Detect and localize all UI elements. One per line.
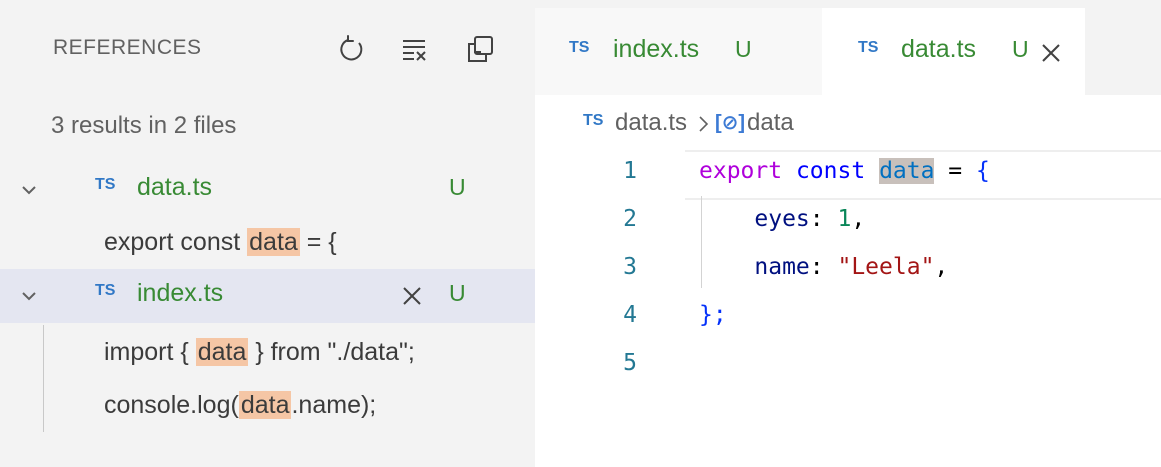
ts-file-icon: TS bbox=[95, 176, 116, 193]
match-highlight: data bbox=[195, 338, 249, 366]
match-prefix: import { bbox=[104, 338, 196, 366]
line-number: 3 bbox=[623, 254, 637, 280]
line-number: 4 bbox=[623, 302, 637, 328]
file-name: index.ts bbox=[137, 279, 224, 307]
punctuation: : bbox=[809, 206, 838, 232]
property: eyes bbox=[754, 206, 810, 232]
chevron-down-icon[interactable] bbox=[20, 287, 38, 305]
reference-match[interactable]: console.log(data.name); bbox=[104, 391, 376, 420]
code-editor[interactable]: 1 2 3 4 5 export const data = { eyes: 1,… bbox=[535, 148, 1161, 467]
number-literal: 1 bbox=[837, 206, 852, 232]
results-summary: 3 results in 2 files bbox=[51, 112, 237, 139]
collapse-all-icon[interactable] bbox=[462, 32, 498, 66]
tab-label: data.ts bbox=[901, 35, 977, 63]
file-row-data-ts[interactable]: TS data.ts U bbox=[0, 163, 535, 217]
vscode-window: REFERENCES 3 results in 2 files TS data.… bbox=[0, 0, 1161, 467]
ts-file-icon: TS bbox=[569, 39, 590, 56]
match-highlight: data bbox=[247, 228, 300, 256]
git-status-badge: U bbox=[449, 174, 466, 200]
tab-label: index.ts bbox=[613, 35, 700, 63]
reference-match[interactable]: export const data = { bbox=[104, 228, 337, 257]
tree-indent-guide bbox=[43, 325, 44, 432]
refresh-icon[interactable] bbox=[334, 32, 370, 66]
references-panel: REFERENCES 3 results in 2 files TS data.… bbox=[0, 0, 535, 467]
operator: = bbox=[934, 158, 976, 184]
match-prefix: console.log( bbox=[104, 391, 239, 419]
punctuation: , bbox=[851, 206, 866, 232]
ts-file-icon: TS bbox=[583, 112, 604, 129]
match-suffix: } from "./data"; bbox=[248, 338, 415, 366]
property: name bbox=[754, 254, 810, 280]
close-icon[interactable] bbox=[1040, 42, 1062, 64]
panel-title: REFERENCES bbox=[53, 36, 202, 59]
code-line: }; bbox=[699, 302, 727, 328]
variable-symbol-icon: [⊘] bbox=[715, 112, 746, 134]
code-line: eyes: 1, bbox=[699, 206, 865, 232]
editor-tab-bar: TS index.ts U TS data.ts U bbox=[535, 0, 1161, 95]
tab-data-ts[interactable]: TS data.ts U bbox=[822, 8, 1085, 95]
tab-index-ts[interactable]: TS index.ts U bbox=[535, 8, 822, 95]
string-literal: "Leela" bbox=[837, 254, 935, 280]
brace: { bbox=[976, 158, 990, 184]
chevron-right-icon bbox=[699, 116, 709, 132]
line-number: 2 bbox=[623, 206, 637, 232]
line-number: 5 bbox=[623, 350, 637, 376]
match-highlight: data bbox=[238, 391, 292, 419]
git-status-badge: U bbox=[735, 36, 752, 62]
git-status-badge: U bbox=[449, 280, 466, 306]
git-status-badge: U bbox=[1012, 36, 1029, 62]
keyword: const bbox=[795, 158, 866, 184]
line-number: 1 bbox=[623, 158, 637, 184]
dismiss-icon[interactable] bbox=[400, 284, 424, 308]
match-suffix: = { bbox=[299, 228, 337, 256]
ts-file-icon: TS bbox=[95, 282, 116, 299]
punctuation: , bbox=[934, 254, 949, 280]
file-name: data.ts bbox=[137, 173, 213, 201]
code-line: name: "Leela", bbox=[699, 254, 948, 280]
chevron-down-icon[interactable] bbox=[20, 181, 38, 199]
match-suffix: .name); bbox=[291, 391, 377, 419]
keyword: export bbox=[699, 158, 783, 184]
breadcrumb-file[interactable]: data.ts bbox=[615, 109, 687, 137]
file-row-index-ts[interactable]: TS index.ts U bbox=[0, 269, 535, 323]
match-prefix: export const bbox=[104, 228, 248, 256]
identifier-highlight: data bbox=[879, 158, 935, 184]
breadcrumb-symbol[interactable]: data bbox=[747, 109, 794, 137]
ts-file-icon: TS bbox=[858, 39, 879, 56]
punctuation: : bbox=[809, 254, 838, 280]
reference-match[interactable]: import { data } from "./data"; bbox=[104, 338, 415, 367]
code-line: export const data = { bbox=[699, 158, 990, 184]
clear-results-icon[interactable] bbox=[396, 32, 432, 66]
